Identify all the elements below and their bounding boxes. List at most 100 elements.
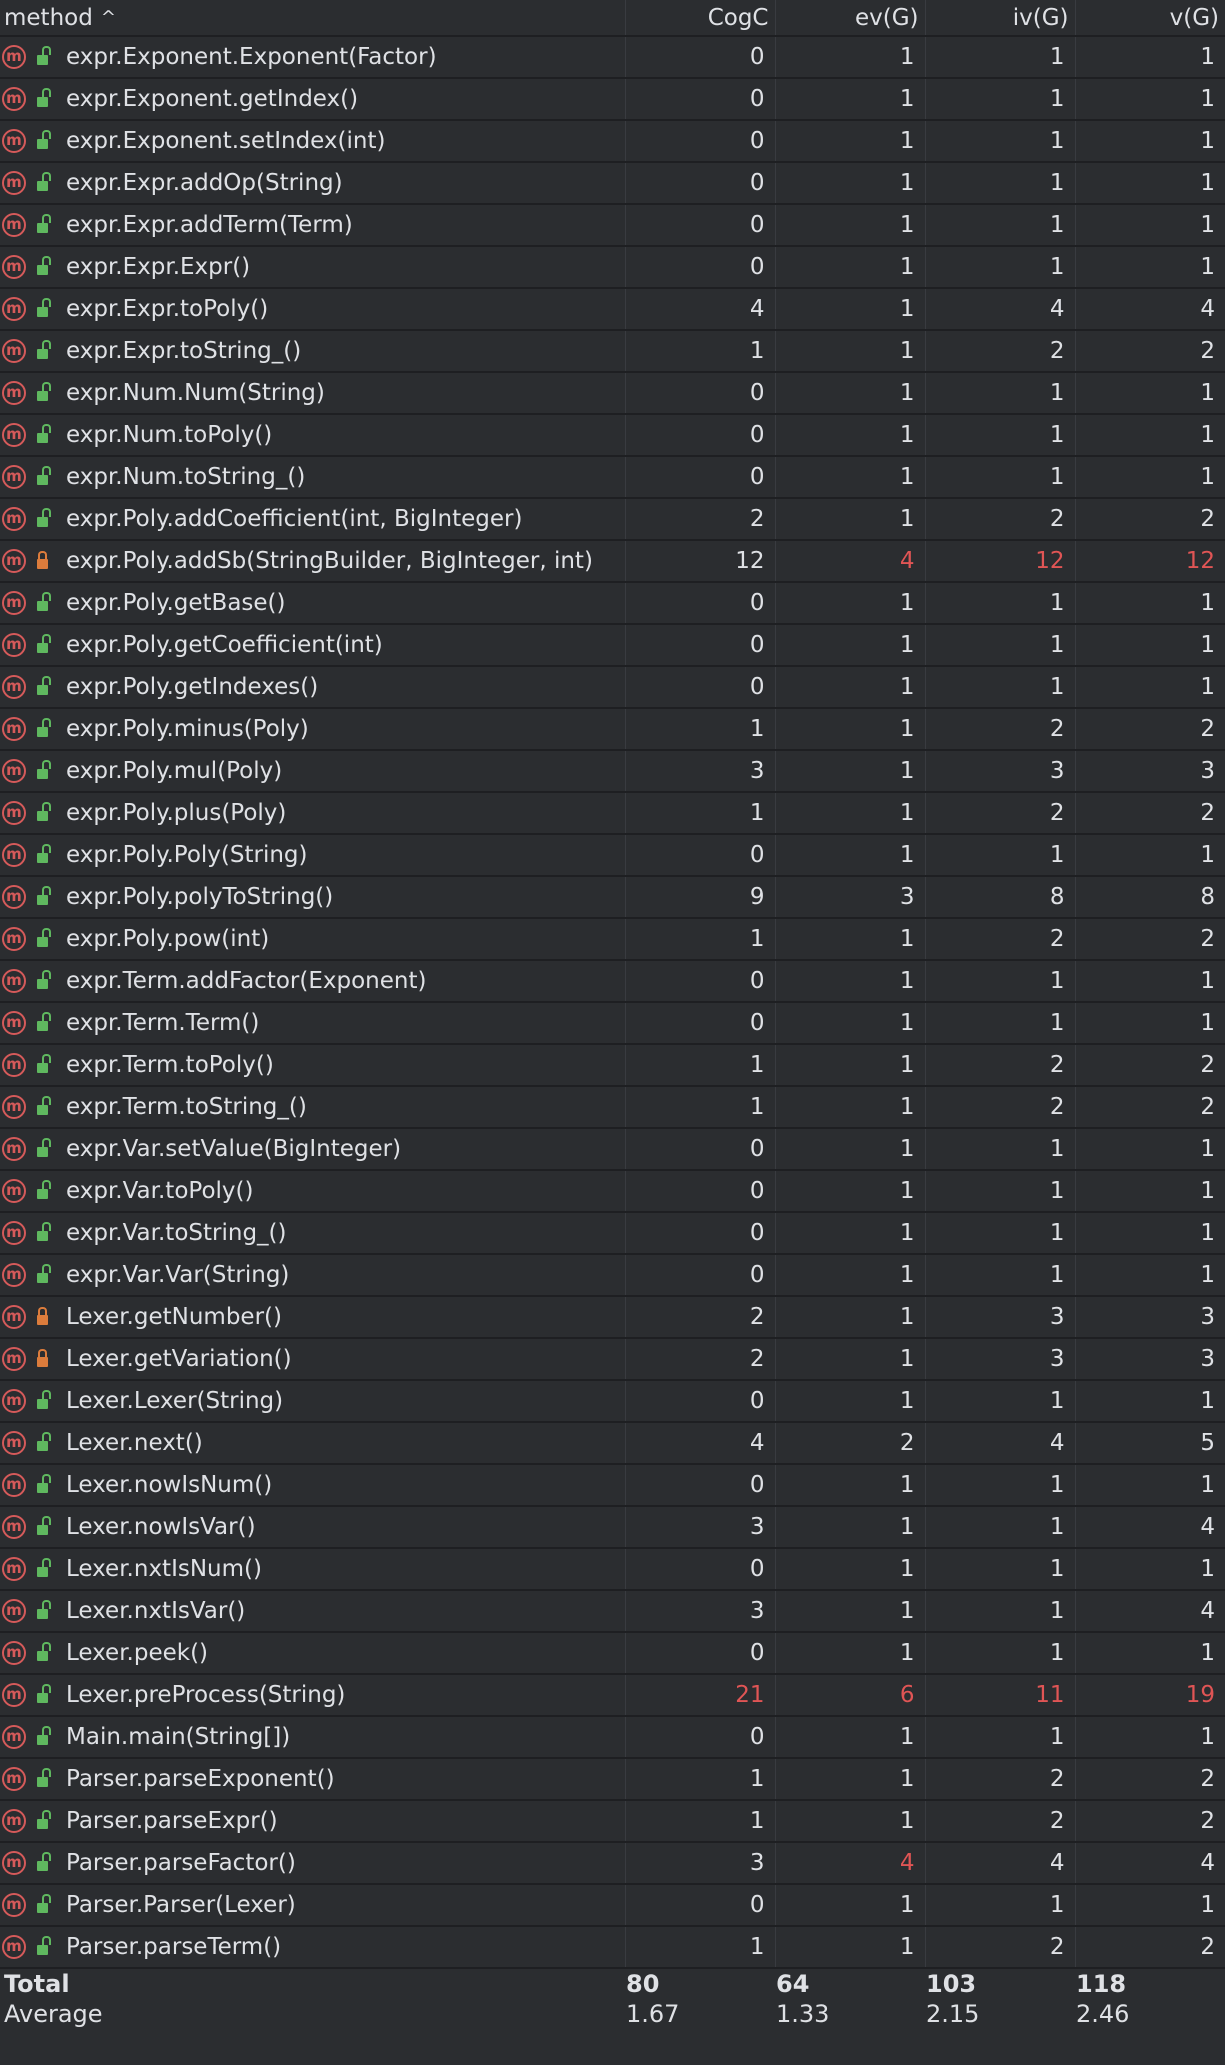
- method-name: expr.Poly.pow(int): [66, 926, 270, 952]
- metric-ev: 4: [774, 540, 925, 583]
- table-row[interactable]: m expr.Poly.getBase() 0 1 1 1: [0, 582, 1225, 625]
- method-cell: m expr.Term.addFactor(Exponent): [0, 960, 625, 1003]
- total-ev: 64: [776, 1970, 810, 1998]
- average-ev: 1.33: [776, 2000, 830, 2028]
- method-cell-content: m expr.Term.toPoly(): [0, 1045, 625, 1084]
- column-header-ev[interactable]: ev(G): [774, 0, 925, 37]
- metric-v: 4: [1074, 1506, 1225, 1549]
- metric-iv: 2: [924, 1926, 1075, 1969]
- table-row[interactable]: m Lexer.nowIsNum() 0 1 1 1: [0, 1464, 1225, 1507]
- column-header-v[interactable]: v(G): [1074, 0, 1225, 37]
- metric-cogc: 0: [624, 1212, 775, 1255]
- table-row[interactable]: m Lexer.getVariation() 2 1 3 3: [0, 1338, 1225, 1381]
- method-icon: m: [2, 1263, 26, 1287]
- table-row[interactable]: m expr.Term.toString_() 1 1 2 2: [0, 1086, 1225, 1129]
- metric-ev: 1: [774, 414, 925, 457]
- method-icon: m: [2, 1389, 26, 1413]
- table-row[interactable]: m expr.Poly.addSb(StringBuilder, BigInteg…: [0, 540, 1225, 583]
- method-name: expr.Poly.plus(Poly): [66, 800, 287, 826]
- method-icon: m: [2, 759, 26, 783]
- table-row[interactable]: m expr.Exponent.Exponent(Factor) 0 1 1 1: [0, 36, 1225, 79]
- table-row[interactable]: m Lexer.nxtIsNum() 0 1 1 1: [0, 1548, 1225, 1591]
- metric-iv: 12: [924, 540, 1075, 583]
- table-row[interactable]: m expr.Poly.addCoefficient(int, BigIntege…: [0, 498, 1225, 541]
- table-row[interactable]: m expr.Poly.pow(int) 1 1 2 2: [0, 918, 1225, 961]
- table-row[interactable]: m expr.Num.toPoly() 0 1 1 1: [0, 414, 1225, 457]
- table-row[interactable]: m expr.Poly.mul(Poly) 3 1 3 3: [0, 750, 1225, 793]
- table-row[interactable]: m Parser.parseExponent() 1 1 2 2: [0, 1758, 1225, 1801]
- method-cell-content: m Lexer.nowIsVar(): [0, 1507, 625, 1546]
- metric-v: 1: [1074, 246, 1225, 289]
- metric-ev: 1: [774, 456, 925, 499]
- table-row[interactable]: m expr.Exponent.setIndex(int) 0 1 1 1: [0, 120, 1225, 163]
- metric-ev: 1: [774, 78, 925, 121]
- table-row[interactable]: m expr.Exponent.getIndex() 0 1 1 1: [0, 78, 1225, 121]
- average-row[interactable]: Average 1.67 1.33 2.15 2.46: [0, 1999, 1225, 2029]
- method-icon: m: [2, 1893, 26, 1917]
- table-row[interactable]: m expr.Poly.polyToString() 9 3 8 8: [0, 876, 1225, 919]
- method-name: Lexer.preProcess(String): [66, 1682, 346, 1708]
- method-icon: m: [2, 675, 26, 699]
- method-name: Lexer.Lexer(String): [66, 1388, 284, 1414]
- table-row[interactable]: m expr.Term.toPoly() 1 1 2 2: [0, 1044, 1225, 1087]
- metric-ev: 1: [774, 624, 925, 667]
- method-cell: m expr.Exponent.Exponent(Factor): [0, 36, 625, 79]
- table-row[interactable]: m expr.Num.toString_() 0 1 1 1: [0, 456, 1225, 499]
- metric-ev: 6: [774, 1674, 925, 1717]
- table-row[interactable]: m expr.Var.toString_() 0 1 1 1: [0, 1212, 1225, 1255]
- method-icon: m: [2, 1137, 26, 1161]
- method-name: expr.Expr.toString_(): [66, 338, 302, 364]
- metric-v: 2: [1074, 1086, 1225, 1129]
- table-row[interactable]: m expr.Expr.Expr() 0 1 1 1: [0, 246, 1225, 289]
- table-row[interactable]: m expr.Poly.getCoefficient(int) 0 1 1 1: [0, 624, 1225, 667]
- table-row[interactable]: m Main.main(String[]) 0 1 1 1: [0, 1716, 1225, 1759]
- table-row[interactable]: m Lexer.nxtIsVar() 3 1 1 4: [0, 1590, 1225, 1633]
- table-row[interactable]: m expr.Expr.toPoly() 4 1 4 4: [0, 288, 1225, 331]
- table-row[interactable]: m expr.Var.toPoly() 0 1 1 1: [0, 1170, 1225, 1213]
- method-name: Lexer.peek(): [66, 1640, 209, 1666]
- table-row[interactable]: m Lexer.nowIsVar() 3 1 1 4: [0, 1506, 1225, 1549]
- table-row[interactable]: m Parser.parseExpr() 1 1 2 2: [0, 1800, 1225, 1843]
- table-row[interactable]: m expr.Poly.minus(Poly) 1 1 2 2: [0, 708, 1225, 751]
- method-cell-content: m expr.Exponent.setIndex(int): [0, 121, 625, 160]
- table-row[interactable]: m expr.Term.Term() 0 1 1 1: [0, 1002, 1225, 1045]
- table-row[interactable]: m Lexer.peek() 0 1 1 1: [0, 1632, 1225, 1675]
- metric-ev: 3: [774, 876, 925, 919]
- table-row[interactable]: m expr.Term.addFactor(Exponent) 0 1 1 1: [0, 960, 1225, 1003]
- column-header-iv[interactable]: iv(G): [924, 0, 1075, 37]
- table-row[interactable]: m Lexer.preProcess(String) 21 6 11 19: [0, 1674, 1225, 1717]
- table-row[interactable]: m expr.Poly.Poly(String) 0 1 1 1: [0, 834, 1225, 877]
- unlocked-icon: [37, 1683, 51, 1703]
- unlocked-icon: [37, 465, 51, 485]
- table-row[interactable]: m expr.Var.setValue(BigInteger) 0 1 1 1: [0, 1128, 1225, 1171]
- method-cell-content: m expr.Poly.getCoefficient(int): [0, 625, 625, 664]
- metric-ev: 4: [774, 1842, 925, 1885]
- total-row[interactable]: Total 80 64 103 118: [0, 1968, 1225, 1999]
- table-row[interactable]: m expr.Expr.toString_() 1 1 2 2: [0, 330, 1225, 373]
- metric-iv: 4: [924, 1422, 1075, 1465]
- metric-ev: 1: [774, 36, 925, 79]
- metric-ev: 1: [774, 372, 925, 415]
- table-row[interactable]: m Parser.parseFactor() 3 4 4 4: [0, 1842, 1225, 1885]
- table-row[interactable]: m expr.Expr.addOp(String) 0 1 1 1: [0, 162, 1225, 205]
- table-row[interactable]: m Lexer.getNumber() 2 1 3 3: [0, 1296, 1225, 1339]
- table-row[interactable]: m expr.Num.Num(String) 0 1 1 1: [0, 372, 1225, 415]
- column-header-method[interactable]: method ^: [0, 0, 625, 37]
- column-header-cogc[interactable]: CogC: [624, 0, 775, 37]
- table-row[interactable]: m expr.Expr.addTerm(Term) 0 1 1 1: [0, 204, 1225, 247]
- table-row[interactable]: m Lexer.next() 4 2 4 5: [0, 1422, 1225, 1465]
- metric-v: 4: [1074, 1842, 1225, 1885]
- table-row[interactable]: m expr.Var.Var(String) 0 1 1 1: [0, 1254, 1225, 1297]
- metric-iv: 1: [924, 456, 1075, 499]
- table-row[interactable]: m Parser.Parser(Lexer) 0 1 1 1: [0, 1884, 1225, 1927]
- metric-cogc: 0: [624, 456, 775, 499]
- method-icon: m: [2, 1221, 26, 1245]
- table-row[interactable]: m Parser.parseTerm() 1 1 2 2: [0, 1926, 1225, 1969]
- method-icon: m: [2, 1179, 26, 1203]
- metric-v: 3: [1074, 1338, 1225, 1381]
- table-row[interactable]: m expr.Poly.plus(Poly) 1 1 2 2: [0, 792, 1225, 835]
- table-row[interactable]: m expr.Poly.getIndexes() 0 1 1 1: [0, 666, 1225, 709]
- total-label: Total: [4, 1970, 70, 1998]
- metric-v: 1: [1074, 666, 1225, 709]
- table-row[interactable]: m Lexer.Lexer(String) 0 1 1 1: [0, 1380, 1225, 1423]
